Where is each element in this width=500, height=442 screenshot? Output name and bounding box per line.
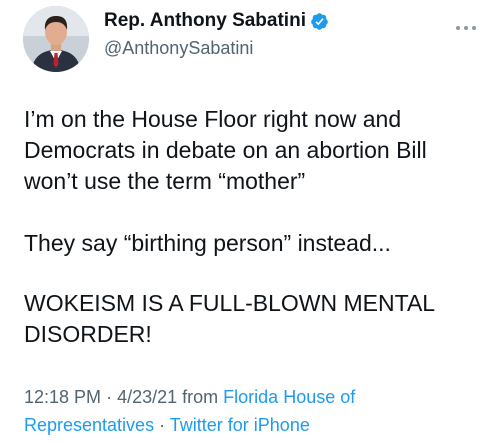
more-options-icon[interactable]: [454, 20, 478, 30]
meta-separator: ·: [106, 387, 113, 407]
tweet-paragraph: WOKEISM IS A FULL-BLOWN MENTAL DISORDER!: [24, 290, 435, 347]
avatar-image: [23, 6, 89, 72]
user-name-row[interactable]: Rep. Anthony Sabatini: [104, 10, 329, 32]
tweet-card: Rep. Anthony Sabatini @AnthonySabatini I…: [0, 0, 500, 442]
tweet-metadata: 12:18 PM · 4/23/21 from Florida House of…: [24, 383, 484, 439]
user-handle[interactable]: @AnthonySabatini: [104, 38, 253, 59]
tweet-date[interactable]: 4/23/21: [117, 387, 177, 407]
meta-separator: ·: [159, 415, 166, 435]
tweet-paragraph: I’m on the House Floor right now and Dem…: [24, 106, 427, 194]
verified-badge-icon: [310, 12, 329, 31]
tweet-paragraph: They say “birthing person” instead...: [24, 230, 391, 256]
display-name[interactable]: Rep. Anthony Sabatini: [104, 10, 306, 32]
from-label: from: [182, 387, 219, 407]
tweet-time[interactable]: 12:18 PM: [24, 387, 101, 407]
avatar[interactable]: [23, 6, 89, 72]
client-link[interactable]: Twitter for iPhone: [170, 415, 310, 435]
